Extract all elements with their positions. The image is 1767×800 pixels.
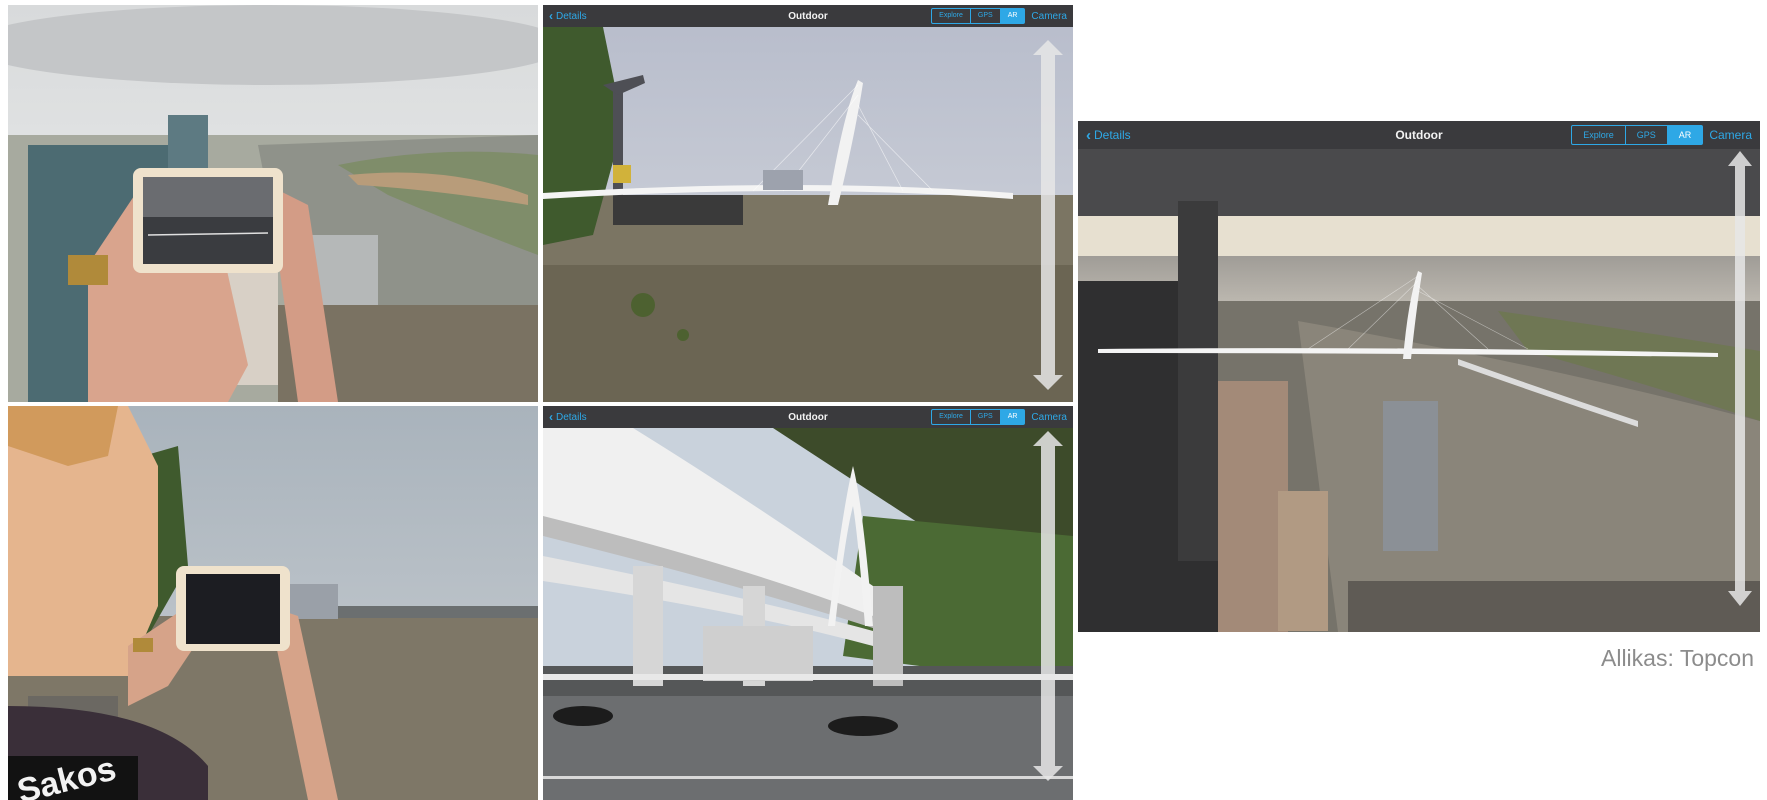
camera-button[interactable]: Camera — [1709, 128, 1752, 142]
ar-screenshot-river-bridge: ‹ Details Outdoor Explore GPS AR Camera — [543, 5, 1073, 402]
ar-screenshot-city-panorama: ‹ Details Outdoor Explore GPS AR Camera — [1078, 121, 1760, 632]
mode-gps[interactable]: GPS — [969, 410, 1000, 424]
ar-toolbar: ‹ Details Outdoor Explore GPS AR Camera — [1078, 121, 1760, 149]
details-back-button[interactable]: ‹ Details — [549, 10, 587, 22]
mode-segmented-control: Explore GPS AR — [1571, 125, 1704, 145]
back-label: Details — [1094, 128, 1131, 142]
mode-segmented-control: Explore GPS AR — [931, 8, 1026, 24]
screen-title: Outdoor — [788, 10, 828, 22]
mode-explore[interactable]: Explore — [932, 9, 970, 23]
camera-button[interactable]: Camera — [1031, 11, 1067, 22]
chevron-left-icon: ‹ — [549, 410, 553, 424]
screen-title: Outdoor — [788, 411, 828, 423]
details-back-button[interactable]: ‹ Details — [1086, 128, 1131, 143]
image-credit: Allikas: Topcon — [1601, 645, 1754, 671]
mode-ar[interactable]: AR — [999, 410, 1025, 424]
mode-ar[interactable]: AR — [1666, 126, 1703, 144]
back-label: Details — [556, 411, 587, 423]
ar-toolbar: ‹ Details Outdoor Explore GPS AR Camera — [543, 406, 1073, 428]
mode-segmented-control: Explore GPS AR — [931, 409, 1026, 425]
mode-gps[interactable]: GPS — [969, 9, 1000, 23]
camera-button[interactable]: Camera — [1031, 412, 1067, 423]
ar-screenshot-street-bridge-model: ‹ Details Outdoor Explore GPS AR Camera — [543, 406, 1073, 800]
ar-toolbar: ‹ Details Outdoor Explore GPS AR Camera — [543, 5, 1073, 27]
details-back-button[interactable]: ‹ Details — [549, 411, 587, 423]
mode-gps[interactable]: GPS — [1624, 126, 1667, 144]
screen-title: Outdoor — [1395, 128, 1443, 142]
back-label: Details — [556, 10, 587, 22]
chevron-left-icon: ‹ — [549, 9, 553, 23]
photo-man-with-tablet-riverside: Sakos — [8, 406, 538, 800]
photo-tablet-over-city — [8, 5, 538, 402]
mode-explore[interactable]: Explore — [1572, 126, 1625, 144]
mode-explore[interactable]: Explore — [932, 410, 970, 424]
chevron-left-icon: ‹ — [1086, 126, 1091, 144]
mode-ar[interactable]: AR — [999, 9, 1025, 23]
